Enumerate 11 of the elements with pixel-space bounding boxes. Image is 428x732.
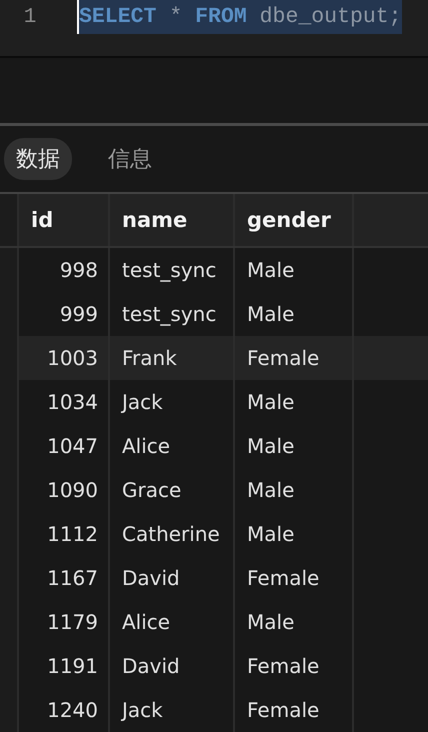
table-cell: Female bbox=[235, 688, 354, 732]
code-editor[interactable]: 1 SELECT * FROM dbe_output; bbox=[0, 0, 428, 58]
table-row[interactable]: 1003 Frank Female bbox=[0, 336, 428, 380]
table-cell: 1240 bbox=[19, 688, 110, 732]
tab[interactable]: 信息 bbox=[96, 138, 164, 180]
column-header[interactable]: id bbox=[19, 194, 110, 246]
column-header[interactable]: gender bbox=[235, 194, 354, 246]
line-number: 1 bbox=[22, 6, 38, 28]
column-header[interactable]: name bbox=[110, 194, 235, 246]
tab[interactable]: 数据 bbox=[4, 138, 72, 180]
table-cell: Jack bbox=[110, 688, 235, 732]
